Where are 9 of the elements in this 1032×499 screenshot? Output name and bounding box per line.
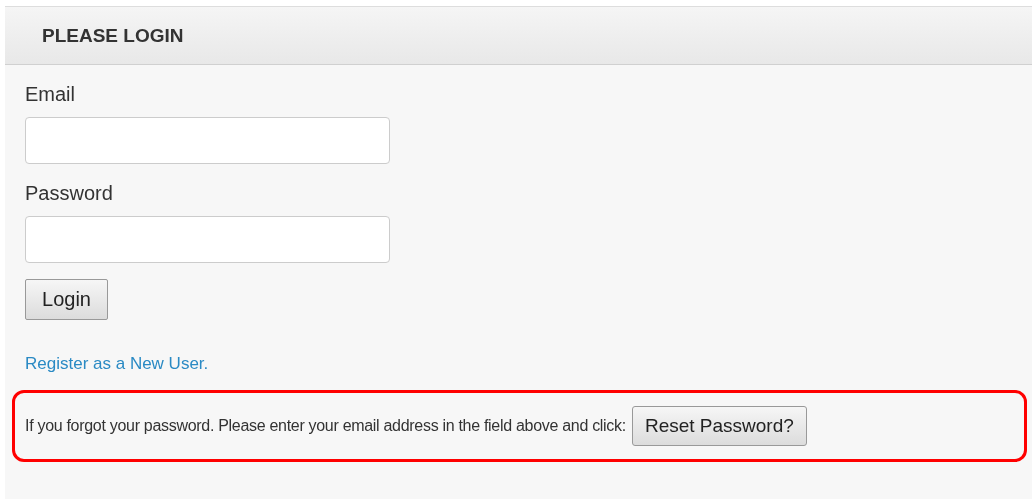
reset-password-button[interactable]: Reset Password? — [631, 406, 807, 446]
login-button[interactable]: Login — [25, 279, 108, 320]
field-label: Email — [25, 83, 75, 107]
input-field[interactable] — [25, 117, 390, 164]
register-link[interactable]: Register as a New User. — [25, 354, 209, 374]
reset-instructions: If you forgot your password. Please enter your email address in the field above and click: — [25, 417, 626, 435]
field-label: Password — [25, 182, 113, 206]
input-field[interactable] — [25, 216, 390, 263]
panel-title: PLEASE LOGIN — [42, 24, 184, 47]
